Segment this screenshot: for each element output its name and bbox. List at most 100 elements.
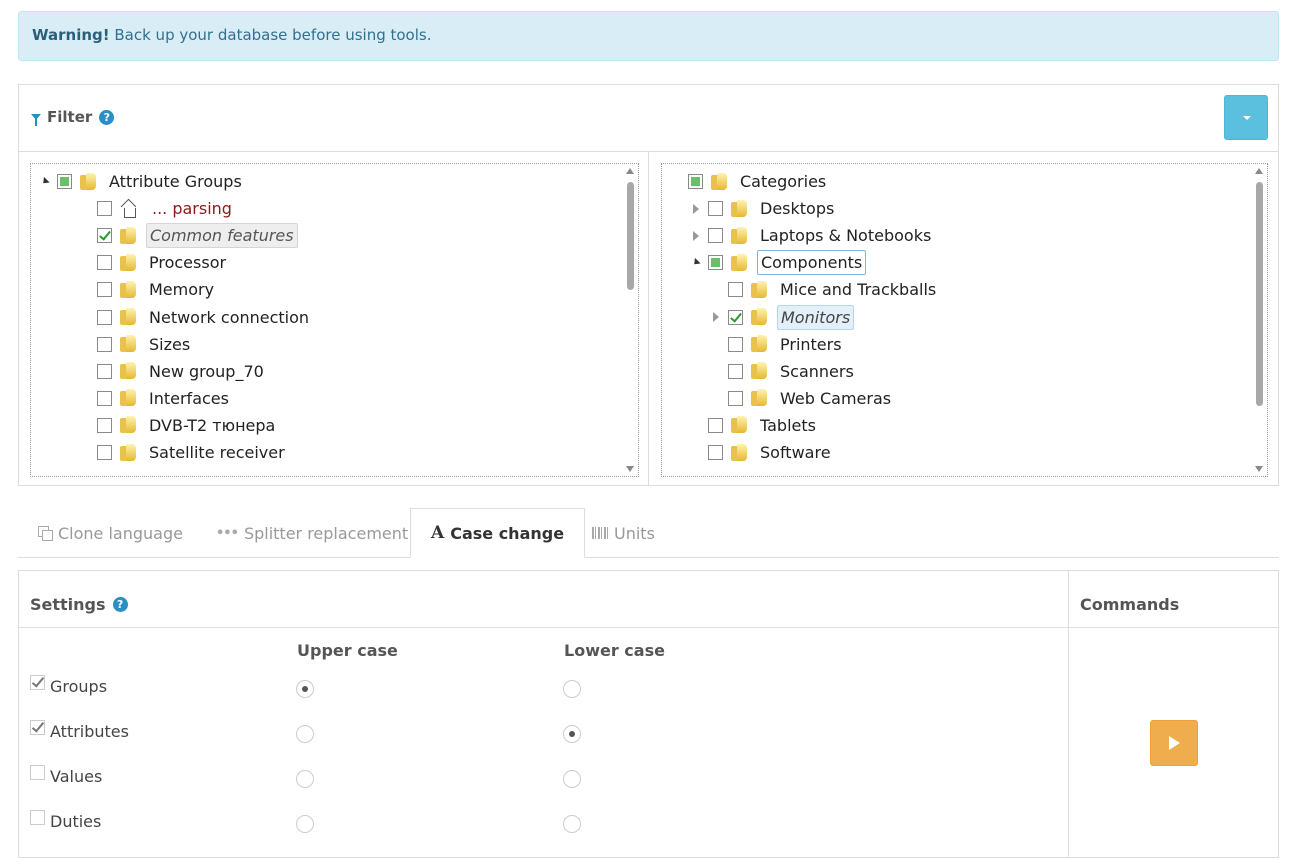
node-label[interactable]: Categories	[737, 170, 829, 193]
node-label[interactable]: Scanners	[777, 360, 857, 383]
node-checkbox[interactable]	[688, 174, 703, 189]
tree-node[interactable]: DVB-T2 тюнера	[79, 412, 278, 439]
node-label[interactable]: Printers	[777, 333, 845, 356]
tree-node[interactable]: Interfaces	[79, 385, 232, 412]
upper-case-radio[interactable]	[296, 770, 314, 788]
node-checkbox[interactable]	[97, 228, 112, 244]
node-checkbox[interactable]	[97, 363, 112, 379]
node-label[interactable]: Network connection	[146, 306, 312, 329]
option-row-attributes[interactable]: Attributes	[30, 720, 129, 741]
collapse-toggle-icon[interactable]	[39, 176, 51, 188]
tree-node[interactable]: Printers	[710, 331, 845, 358]
scroll-thumb[interactable]	[627, 182, 634, 290]
tree-node[interactable]: Satellite receiver	[79, 439, 288, 466]
node-checkbox[interactable]	[728, 309, 743, 325]
tree-node[interactable]: Mice and Trackballs	[710, 276, 939, 303]
tree-node[interactable]: Common features	[79, 222, 298, 249]
node-label[interactable]: Common features	[146, 223, 298, 249]
node-checkbox[interactable]	[728, 390, 743, 406]
option-row-groups[interactable]: Groups	[30, 675, 107, 696]
node-checkbox[interactable]	[708, 201, 723, 217]
tree-node[interactable]: Scanners	[710, 358, 857, 385]
upper-case-radio[interactable]	[296, 680, 314, 698]
node-checkbox[interactable]	[97, 390, 112, 406]
node-label[interactable]: Components	[757, 250, 867, 276]
tree-node[interactable]: Desktops	[690, 195, 837, 222]
option-row-duties[interactable]: Duties	[30, 810, 101, 831]
lower-case-radio[interactable]	[563, 815, 581, 833]
upper-case-radio[interactable]	[296, 725, 314, 743]
node-label[interactable]: Tablets	[757, 414, 819, 437]
tree-node[interactable]: Memory	[79, 276, 217, 303]
node-label[interactable]: New group_70	[146, 360, 267, 383]
help-icon[interactable]: ?	[99, 109, 115, 125]
node-checkbox[interactable]	[97, 255, 112, 271]
node-label[interactable]: DVB-T2 тюнера	[146, 414, 278, 437]
attribute-groups-tree[interactable]: Attribute Groups ... parsing Common featur…	[30, 163, 639, 477]
node-checkbox[interactable]	[728, 336, 743, 352]
tree-node[interactable]: Monitors	[710, 304, 855, 331]
node-label[interactable]: Software	[757, 441, 834, 464]
node-checkbox[interactable]	[728, 282, 743, 298]
node-checkbox[interactable]	[57, 174, 72, 189]
tree-node[interactable]: Categories	[670, 168, 829, 195]
expand-toggle-icon[interactable]	[690, 230, 702, 242]
node-label[interactable]: Interfaces	[146, 387, 232, 410]
node-checkbox[interactable]	[97, 445, 112, 460]
option-checkbox[interactable]	[30, 810, 45, 825]
lower-case-radio[interactable]	[563, 680, 581, 698]
node-checkbox[interactable]	[708, 228, 723, 244]
help-icon[interactable]: ?	[112, 597, 128, 612]
option-checkbox[interactable]	[30, 675, 45, 690]
lower-case-radio[interactable]	[563, 770, 581, 788]
scroll-up-icon[interactable]	[1255, 168, 1263, 174]
tree-node[interactable]: Components	[690, 249, 867, 276]
upper-case-radio[interactable]	[296, 815, 314, 833]
expand-toggle-icon[interactable]	[690, 203, 702, 215]
tree-node[interactable]: Tablets	[690, 412, 819, 439]
option-checkbox[interactable]	[30, 720, 45, 735]
scroll-down-icon[interactable]	[1255, 466, 1263, 472]
tree-node[interactable]: Network connection	[79, 304, 312, 331]
node-checkbox[interactable]	[97, 417, 112, 433]
filter-dropdown-button[interactable]	[1224, 95, 1268, 140]
run-button[interactable]	[1150, 720, 1198, 766]
tree-scrollbar[interactable]	[624, 166, 636, 474]
node-label[interactable]: Memory	[146, 278, 217, 301]
node-label[interactable]: Web Cameras	[777, 387, 894, 410]
node-checkbox[interactable]	[708, 445, 723, 460]
tree-node[interactable]: Laptops & Notebooks	[690, 222, 934, 249]
tree-node[interactable]: Processor	[79, 249, 229, 276]
categories-tree[interactable]: Categories Desktops Laptops & Notebooks Com…	[661, 163, 1268, 477]
tree-scrollbar[interactable]	[1253, 166, 1265, 474]
node-checkbox[interactable]	[728, 363, 743, 379]
tree-node[interactable]: Attribute Groups	[39, 168, 245, 195]
node-label[interactable]: Laptops & Notebooks	[757, 224, 934, 247]
node-checkbox[interactable]	[97, 336, 112, 352]
collapse-toggle-icon[interactable]	[690, 257, 702, 269]
node-label[interactable]: Satellite receiver	[146, 441, 288, 464]
tab-splitter-replacement[interactable]: ••• Splitter replacement	[216, 508, 408, 558]
node-label[interactable]: Sizes	[146, 333, 193, 356]
node-label[interactable]: Attribute Groups	[106, 170, 245, 193]
node-checkbox[interactable]	[97, 282, 112, 298]
tree-node[interactable]: ... parsing	[79, 195, 235, 222]
tab-case-change[interactable]: A Case change	[410, 508, 586, 558]
tree-node[interactable]: Sizes	[79, 331, 193, 358]
tree-node[interactable]: Web Cameras	[710, 385, 894, 412]
option-row-values[interactable]: Values	[30, 765, 102, 786]
lower-case-radio[interactable]	[563, 725, 581, 743]
expand-toggle-icon[interactable]	[710, 311, 722, 323]
node-checkbox[interactable]	[97, 201, 112, 217]
node-label[interactable]: Processor	[146, 251, 229, 274]
tree-node[interactable]: Software	[690, 439, 834, 466]
scroll-thumb[interactable]	[1256, 182, 1263, 406]
node-label[interactable]: Desktops	[757, 197, 837, 220]
option-checkbox[interactable]	[30, 765, 45, 780]
node-checkbox[interactable]	[97, 309, 112, 325]
node-label[interactable]: Monitors	[777, 304, 855, 330]
tree-node[interactable]: New group_70	[79, 358, 267, 385]
node-checkbox[interactable]	[708, 417, 723, 433]
node-label[interactable]: Mice and Trackballs	[777, 278, 939, 301]
scroll-up-icon[interactable]	[626, 168, 634, 174]
